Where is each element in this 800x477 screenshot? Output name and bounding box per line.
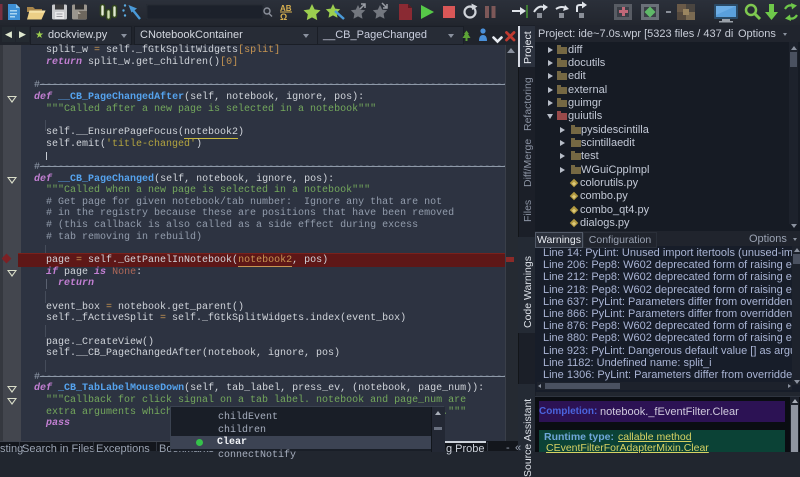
svg-text:Ω: Ω (280, 12, 287, 22)
